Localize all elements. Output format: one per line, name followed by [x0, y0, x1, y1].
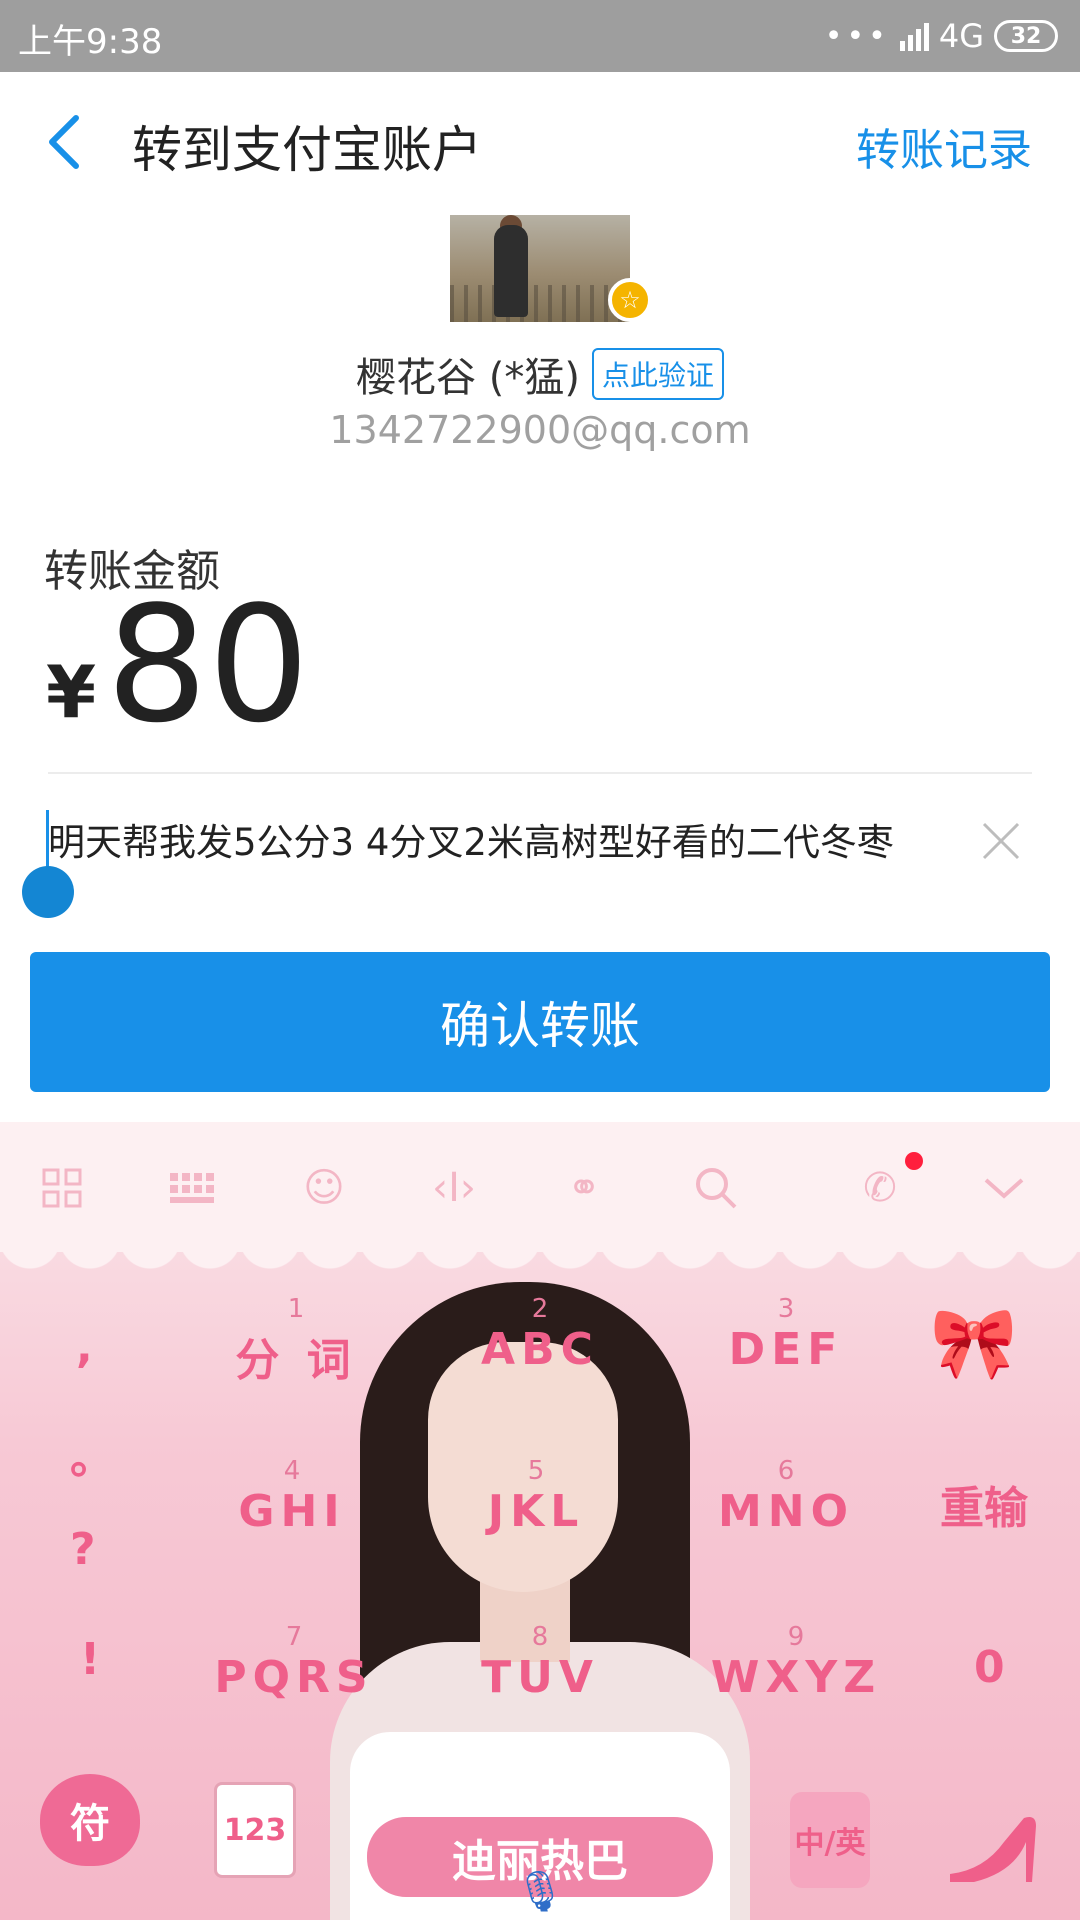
- confirm-transfer-button[interactable]: 确认转账: [30, 952, 1050, 1092]
- text-caret: [46, 810, 49, 868]
- punct-period-key[interactable]: 。: [70, 1422, 114, 1486]
- avatar[interactable]: [450, 215, 630, 322]
- key-7[interactable]: 7 PQRS: [214, 1622, 374, 1703]
- recipient-row: 樱花谷 (*猛) 点此验证: [0, 345, 1080, 403]
- key-8[interactable]: 8 TUV: [460, 1622, 620, 1703]
- recipient-name: 樱花谷 (*猛): [356, 355, 580, 401]
- battery-level: 32: [1010, 23, 1042, 49]
- currency-symbol: ¥: [46, 650, 97, 734]
- keyboard: ☺ ‹I› ⚭ ✆ , 。 ? ! 1 分 词 2 ABC 3 DEF 4 GH…: [0, 1122, 1080, 1920]
- key-5[interactable]: 5 JKL: [456, 1456, 616, 1537]
- numbers-key[interactable]: 123: [214, 1782, 296, 1878]
- chevron-left-icon: [49, 115, 79, 169]
- key-6[interactable]: 6 MNO: [706, 1456, 866, 1537]
- keyboard-icon[interactable]: [164, 1160, 220, 1216]
- key-4[interactable]: 4 GHI: [212, 1456, 372, 1537]
- key-9[interactable]: 9 WXYZ: [706, 1622, 886, 1703]
- status-time: 上午9:38: [18, 22, 163, 62]
- caret-handle[interactable]: [22, 866, 74, 918]
- search-icon[interactable]: [688, 1160, 744, 1216]
- punct-question-key[interactable]: ?: [70, 1524, 96, 1575]
- phone-icon[interactable]: ✆: [852, 1160, 908, 1216]
- status-bar: 上午9:38 ••• 4G 32: [0, 0, 1080, 72]
- back-button[interactable]: [40, 112, 96, 172]
- recipient-account: 1342722900@qq.com: [329, 408, 751, 452]
- transfer-records-link[interactable]: 转账记录: [856, 114, 1032, 178]
- key-3[interactable]: 3 DEF: [706, 1294, 866, 1375]
- divider: [48, 772, 1032, 774]
- emoji-icon[interactable]: ☺: [296, 1160, 352, 1216]
- punct-exclaim-key[interactable]: !: [80, 1634, 100, 1685]
- cursor-icon[interactable]: ‹I›: [426, 1160, 482, 1216]
- link-icon[interactable]: ⚭: [556, 1160, 612, 1216]
- page-title: 转到支付宝账户: [132, 121, 482, 179]
- key-2[interactable]: 2 ABC: [460, 1294, 620, 1375]
- language-switch-key[interactable]: 中/英: [790, 1792, 870, 1888]
- symbol-key[interactable]: 符: [40, 1774, 140, 1866]
- chevron-down-icon[interactable]: [976, 1160, 1032, 1216]
- microphone-icon[interactable]: 🎙: [515, 1862, 566, 1920]
- notification-dot: [905, 1152, 923, 1170]
- header: 转到支付宝账户 转账记录: [0, 72, 1080, 212]
- key-0[interactable]: 0: [974, 1642, 1005, 1693]
- battery-icon: 32: [994, 20, 1058, 52]
- high-heel-icon: [950, 1817, 1036, 1882]
- signal-dots: •••: [824, 18, 890, 54]
- network-type: 4G: [938, 17, 984, 55]
- bow-icon: 🎀: [930, 1302, 1018, 1384]
- verify-button[interactable]: 点此验证: [591, 348, 724, 400]
- signal-bars-icon: [899, 21, 929, 51]
- keyboard-toolbar: ☺ ‹I› ⚭ ✆: [0, 1122, 1080, 1252]
- reinput-key[interactable]: 重输: [940, 1472, 1028, 1536]
- enter-key[interactable]: [940, 1812, 1048, 1892]
- amount-input[interactable]: 80: [106, 585, 310, 745]
- grid-icon[interactable]: [34, 1160, 90, 1216]
- note-input[interactable]: 明天帮我发5公分3 4分叉2米高树型好看的二代冬枣: [48, 812, 943, 868]
- close-icon: [982, 822, 1020, 860]
- status-right: ••• 4G 32: [825, 14, 1058, 58]
- clear-button[interactable]: [978, 818, 1024, 864]
- key-1[interactable]: 1 分 词: [216, 1294, 376, 1388]
- punct-comma-key[interactable]: ,: [76, 1322, 93, 1373]
- star-badge-icon: ☆: [608, 278, 652, 322]
